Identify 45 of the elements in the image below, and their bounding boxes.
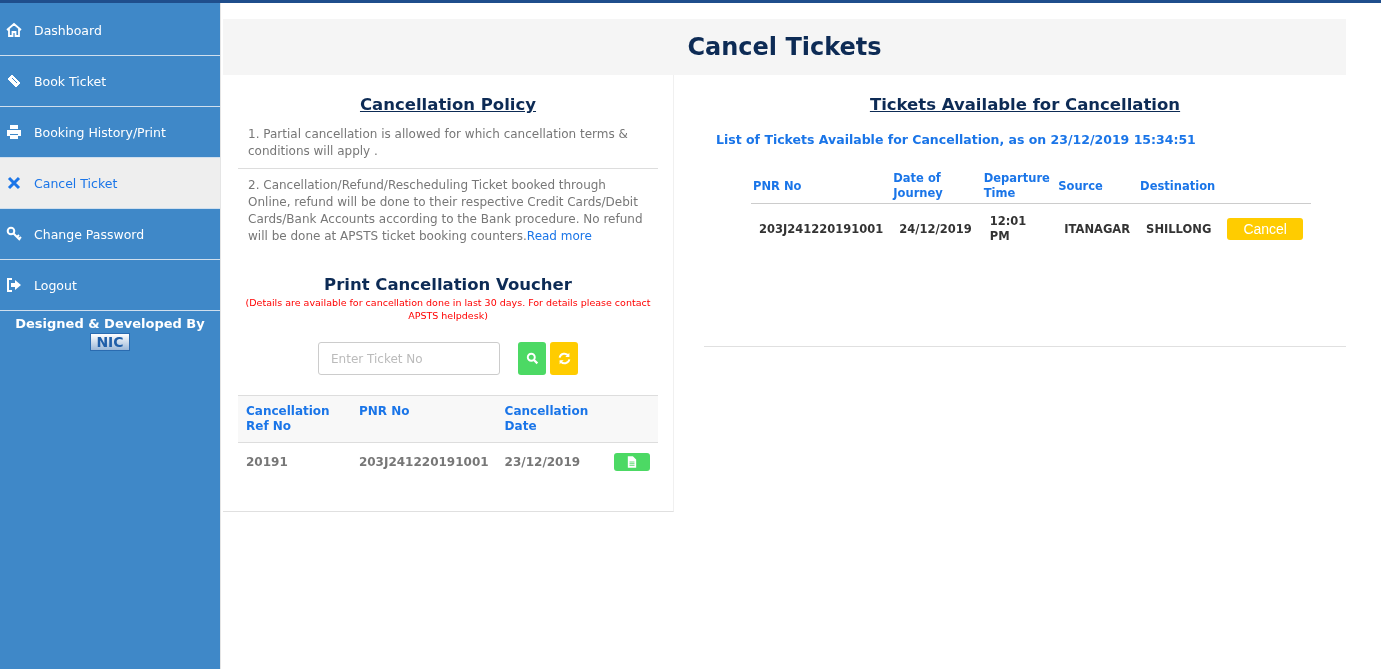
column-header: Cancellation Ref No: [238, 395, 351, 443]
table-cell: SHILLONG: [1138, 203, 1220, 254]
document-button[interactable]: [614, 453, 650, 471]
table-cell: 203J241220191001: [751, 203, 892, 254]
search-icon: [525, 352, 539, 365]
column-header: Destination: [1138, 169, 1220, 204]
credit-text: Designed & Developed By: [14, 316, 206, 331]
table-cell: 12:01 PM: [981, 203, 1057, 254]
column-header: Cancellation Date: [496, 395, 606, 443]
column-header: Date of Journey: [891, 169, 982, 204]
column-header: Departure Time: [981, 169, 1057, 204]
list-subtitle: List of Tickets Available for Cancellation, as on 23/12/2019 15:34:51: [716, 132, 1197, 147]
table-cell: 23/12/2019: [496, 442, 606, 481]
page-title: Cancel Tickets: [223, 19, 1346, 75]
section-title: Cancellation Policy: [358, 95, 538, 114]
column-header: PNR No: [350, 395, 497, 443]
logo: NIC: [90, 333, 130, 351]
table-cell: 203J241220191001: [350, 442, 497, 481]
refresh-icon: [557, 352, 571, 365]
close-icon: [6, 175, 22, 191]
search-button[interactable]: [518, 342, 546, 375]
column-header: PNR No: [751, 169, 892, 204]
note-text: (Details are available for cancellation done in last 30 days. For details please contact APSTS helpdesk): [244, 296, 652, 322]
ticket-icon: [6, 73, 22, 89]
printer-icon: [6, 124, 22, 140]
policy-text: 2. Cancellation/Refund/Rescheduling Ticket booked through Online, refund will be done to their respective Credit Cards/Debit Cards/Bank Accounts according to the Bank procedure. No refund will be done at APSTS ticket booking counters.Read more: [238, 168, 658, 253]
sidebar-item[interactable]: Book Ticket: [0, 56, 220, 107]
document-icon: [627, 456, 637, 468]
policy-text: 1. Partial cancellation is allowed for which cancellation terms & conditions will apply .: [247, 126, 629, 160]
key-icon: [6, 226, 22, 242]
column-header: Source: [1056, 169, 1139, 204]
sidebar-item[interactable]: Change Password: [0, 209, 220, 260]
section-title: Tickets Available for Cancellation: [868, 95, 1182, 114]
refresh-button[interactable]: [550, 342, 578, 375]
logout-icon: [6, 277, 22, 293]
ticket-input[interactable]: Enter Ticket No: [318, 342, 500, 375]
sidebar-item[interactable]: Cancel Ticket: [0, 158, 220, 209]
sidebar-item[interactable]: Dashboard: [0, 5, 220, 56]
home-icon: [6, 22, 22, 38]
section-title: Print Cancellation Voucher: [323, 275, 573, 294]
table-cell: ITANAGAR: [1056, 203, 1139, 254]
sidebar-item[interactable]: Logout: [0, 260, 220, 311]
table-cell: 20191: [238, 442, 351, 481]
table-cell: 24/12/2019: [891, 203, 982, 254]
read-more-link[interactable]: Read more: [526, 229, 592, 243]
